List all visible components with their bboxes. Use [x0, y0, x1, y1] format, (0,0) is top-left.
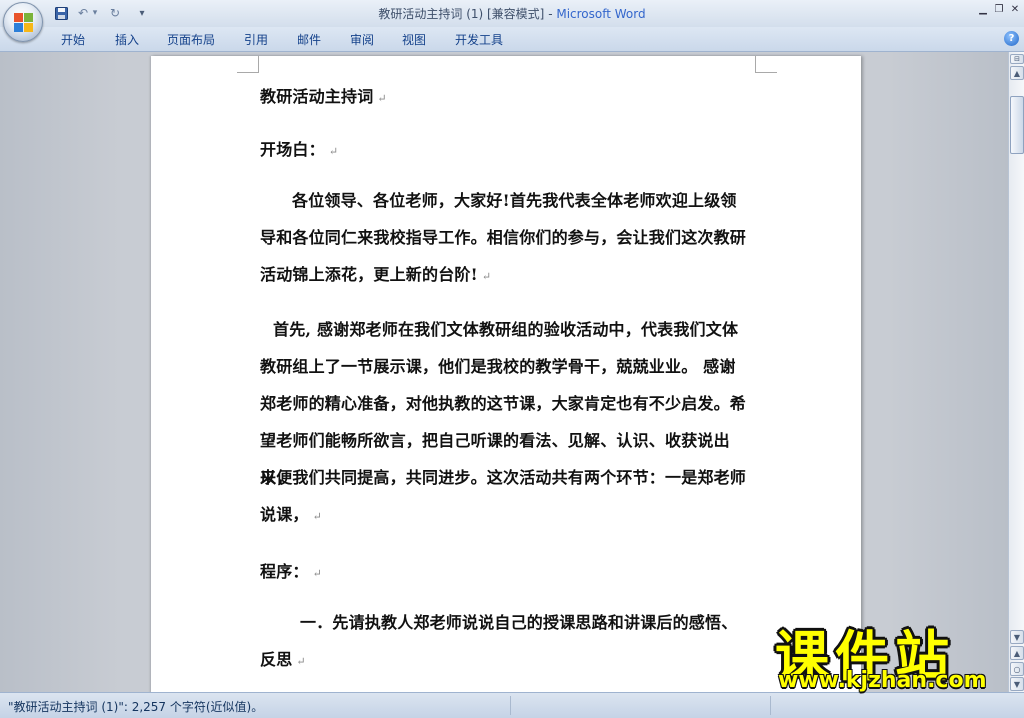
doc-line-end: 反思 ↵ [260, 641, 758, 680]
paragraph-mark-icon: ↵ [296, 655, 306, 668]
doc-line-end: 活动锦上添花，更上新的台阶! ↵ [260, 256, 758, 295]
doc-heading-opening: 开场白： ↵ [260, 131, 758, 170]
office-button[interactable] [3, 2, 43, 42]
document-title: 教研活动主持词 (1) [兼容模式] [378, 7, 545, 21]
tab-developer[interactable]: 开发工具 [455, 31, 503, 48]
vertical-scrollbar[interactable]: ⊟ ▲ ▼ ▲ ○ ▼ [1008, 52, 1024, 692]
doc-line: 郑老师的精心准备，对他执教的这节课，大家肯定也有不少启发。希 [260, 394, 747, 413]
status-divider [770, 696, 771, 715]
doc-line: 导和各位同仁来我校指导工作。相信你们的参与，会让我们这次教研 [260, 228, 747, 247]
status-divider [510, 696, 511, 715]
arrow-down-icon: ▼ [1013, 632, 1021, 642]
restore-button[interactable]: ❐ [992, 3, 1006, 15]
double-arrow-down-icon: ▼ [1013, 679, 1021, 689]
doc-line: 教研活动主持词 [260, 87, 374, 106]
paragraph-mark-icon: ↵ [481, 270, 492, 283]
tab-view[interactable]: 视图 [402, 31, 426, 48]
ribbon-tab-bar: 开始 插入 页面布局 引用 邮件 审阅 视图 开发工具 ? [0, 27, 1024, 52]
paragraph-mark-icon: ↵ [312, 510, 323, 523]
next-page-button[interactable]: ▼ [1010, 677, 1024, 691]
margin-corner-left [237, 56, 259, 73]
doc-line: 说课， [260, 505, 309, 524]
tab-page-layout[interactable]: 页面布局 [167, 31, 215, 48]
close-button[interactable]: ✕ [1008, 3, 1022, 15]
watermark-url: www.kjzhan.com [778, 668, 987, 693]
document-page[interactable]: 教研活动主持词 ↵ 开场白： ↵ 各位领导、各位老师，大家好!首先我代表全体老师欢迎… [151, 56, 861, 692]
ruler-icon: ⊟ [1014, 55, 1020, 63]
tab-insert[interactable]: 插入 [115, 31, 139, 48]
ruler-toggle-button[interactable]: ⊟ [1010, 54, 1024, 64]
doc-line: 程序： [260, 562, 309, 581]
paragraph-mark-icon: ↵ [312, 567, 323, 580]
document-workspace: 教研活动主持词 ↵ 开场白： ↵ 各位领导、各位老师，大家好!首先我代表全体老师欢迎… [0, 52, 1008, 692]
previous-page-button[interactable]: ▲ [1010, 646, 1024, 660]
scroll-up-button[interactable]: ▲ [1010, 66, 1024, 80]
scroll-thumb[interactable] [1010, 96, 1024, 154]
paragraph-mark-icon: ↵ [377, 92, 387, 105]
doc-line: 一．先请执教人郑老师说说自己的授课思路和讲课后的感悟、 [300, 613, 738, 632]
status-bar: "教研活动主持词 (1)": 2,257 个字符(近似值)。 [0, 692, 1024, 718]
close-icon: ✕ [1010, 3, 1020, 15]
doc-line: 以便我们共同提高，共同进步。这次活动共有两个环节：一是郑老师 [260, 468, 747, 487]
doc-line: 教研组上了一节展示课，他们是我校的教学骨干，兢兢业业。 感谢 [260, 357, 736, 376]
doc-title: 教研活动主持词 ↵ [260, 78, 758, 117]
tab-mailings[interactable]: 邮件 [297, 31, 321, 48]
scroll-down-button[interactable]: ▼ [1010, 630, 1024, 644]
doc-line-end: 说课， ↵ [260, 496, 758, 535]
margin-corner-right [755, 56, 777, 73]
doc-line: 各位领导、各位老师，大家好!首先我代表全体老师欢迎上级领 [292, 191, 737, 210]
minimize-button[interactable]: ▁ [976, 3, 990, 15]
tab-references[interactable]: 引用 [244, 31, 268, 48]
tab-review[interactable]: 审阅 [350, 31, 374, 48]
doc-line: 活动锦上添花，更上新的台阶! [260, 265, 478, 284]
title-separator: - [544, 7, 557, 21]
tab-home[interactable]: 开始 [61, 31, 85, 48]
doc-line: 开场白： [260, 140, 325, 159]
title-bar: ↶ ▾ ↻ ▾ 教研活动主持词 (1) [兼容模式] - Microsoft W… [0, 0, 1024, 27]
help-icon[interactable]: ? [1004, 31, 1019, 46]
restore-icon: ❐ [994, 3, 1004, 15]
double-arrow-up-icon: ▲ [1013, 648, 1021, 658]
select-browse-object-button[interactable]: ○ [1010, 662, 1024, 676]
doc-heading-procedure: 程序： ↵ [260, 553, 758, 592]
app-name: Microsoft Word [556, 7, 646, 21]
doc-line: 反思 [260, 650, 293, 669]
doc-line: 首先, 感谢郑老师在我们文体教研组的验收活动中，代表我们文体 [273, 320, 739, 339]
office-logo-icon [14, 13, 33, 32]
word-count-status[interactable]: "教研活动主持词 (1)": 2,257 个字符(近似值)。 [8, 698, 263, 715]
window-title: 教研活动主持词 (1) [兼容模式] - Microsoft Word [0, 5, 1024, 22]
browse-object-icon: ○ [1013, 664, 1021, 674]
minimize-icon: ▁ [979, 3, 987, 15]
paragraph-mark-icon: ↵ [328, 145, 339, 158]
arrow-up-icon: ▲ [1013, 68, 1021, 78]
